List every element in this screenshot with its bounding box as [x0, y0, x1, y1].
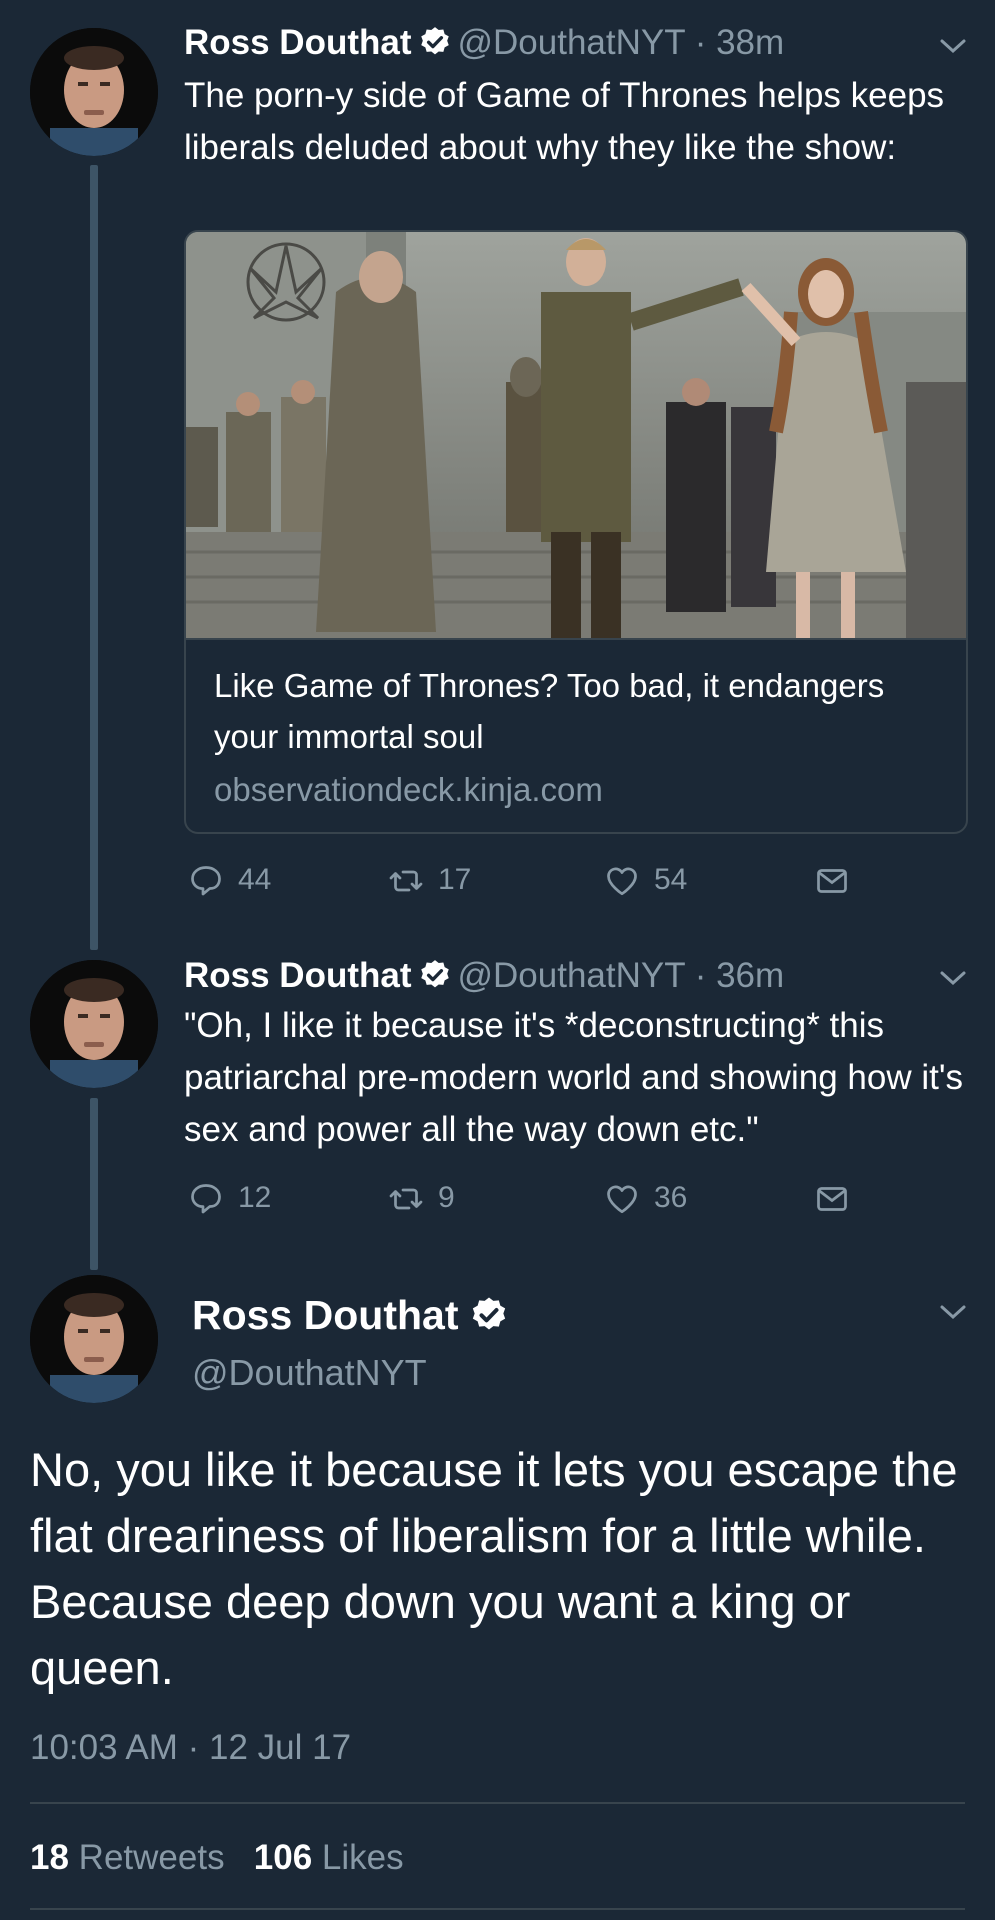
author-name[interactable]: Ross Douthat [184, 956, 412, 995]
tweet-text: "Oh, I like it because it's *deconstruct… [184, 1006, 964, 1149]
reply-icon [191, 866, 221, 896]
dm-icon [817, 869, 847, 893]
like-icon [607, 867, 637, 896]
card-image [186, 232, 966, 640]
avatar-photo [30, 960, 158, 1088]
chevron-down-icon[interactable] [938, 968, 968, 988]
author-name[interactable]: Ross Douthat [192, 1285, 515, 1345]
verified-badge-icon [420, 27, 449, 55]
avatar-photo [30, 28, 158, 156]
author-name[interactable]: Ross Douthat [184, 23, 412, 62]
retweet-button[interactable]: 17 [388, 860, 471, 900]
retweet-count: 9 [438, 1181, 455, 1214]
retweet-count: 17 [438, 863, 472, 896]
thread-line [90, 165, 98, 950]
author-handle[interactable]: @DouthatNYT [458, 23, 685, 62]
tweet-timestamp[interactable]: 10:03 AM · 12 Jul 17 [30, 1720, 351, 1776]
retweet-button[interactable]: 9 [388, 1178, 455, 1218]
card-title[interactable]: Like Game of Thrones? Too bad, it endang… [214, 660, 934, 762]
link-card[interactable]: Like Game of Thrones? Too bad, it endang… [184, 230, 968, 834]
tweet-time[interactable]: 38m [716, 23, 784, 62]
reply-icon [191, 1184, 221, 1214]
author-name-text: Ross Douthat [192, 1292, 459, 1338]
retweets-stat[interactable]: 18 Retweets [30, 1838, 225, 1877]
tweet-time[interactable]: 36m [716, 956, 784, 995]
like-count: 54 [654, 863, 688, 896]
tweet-text: No, you like it because it lets you esca… [30, 1443, 958, 1694]
author-handle[interactable]: @DouthatNYT [458, 956, 685, 995]
avatar-photo [30, 1275, 158, 1403]
verified-badge-icon [472, 1297, 505, 1330]
reply-button[interactable]: 44 [188, 860, 271, 900]
tweet-text: The porn-y side of Game of Thrones helps… [184, 76, 945, 167]
author-handle[interactable]: @DouthatNYT [192, 1345, 427, 1401]
dm-button[interactable] [814, 1178, 864, 1218]
likes-stat[interactable]: 106 Likes [254, 1838, 404, 1877]
chevron-down-icon[interactable] [938, 1302, 968, 1322]
like-count: 36 [654, 1181, 688, 1214]
reply-count: 12 [238, 1181, 272, 1214]
chevron-down-icon[interactable] [938, 36, 968, 56]
dm-icon [817, 1187, 847, 1211]
separator-dot: · [684, 956, 717, 995]
likes-count: 106 [253, 1838, 313, 1877]
like-button[interactable]: 54 [604, 860, 687, 900]
thread-line [90, 1098, 98, 1270]
avatar[interactable] [30, 1275, 158, 1403]
retweets-label: Retweets [78, 1838, 225, 1877]
likes-label: Likes [321, 1838, 404, 1877]
avatar[interactable] [30, 960, 158, 1088]
like-icon [607, 1185, 637, 1214]
separator-dot: · [684, 23, 717, 62]
card-domain[interactable]: observationdeck.kinja.com [214, 764, 603, 815]
reply-button[interactable]: 12 [188, 1178, 271, 1218]
divider [30, 1802, 965, 1804]
avatar[interactable] [30, 28, 158, 156]
tweet-header: Ross Douthat @DouthatNYT · 38m [184, 15, 784, 71]
retweet-icon [389, 1188, 423, 1210]
dm-button[interactable] [814, 860, 864, 900]
retweet-icon [389, 870, 423, 892]
divider [30, 1908, 965, 1910]
reply-count: 44 [238, 863, 272, 896]
like-button[interactable]: 36 [604, 1178, 687, 1218]
tweet-header: Ross Douthat @DouthatNYT · 36m [184, 948, 784, 1004]
tweet-stats: 18 Retweets 106 Likes [30, 1830, 404, 1886]
retweets-count: 18 [30, 1838, 69, 1877]
verified-badge-icon [420, 960, 449, 988]
